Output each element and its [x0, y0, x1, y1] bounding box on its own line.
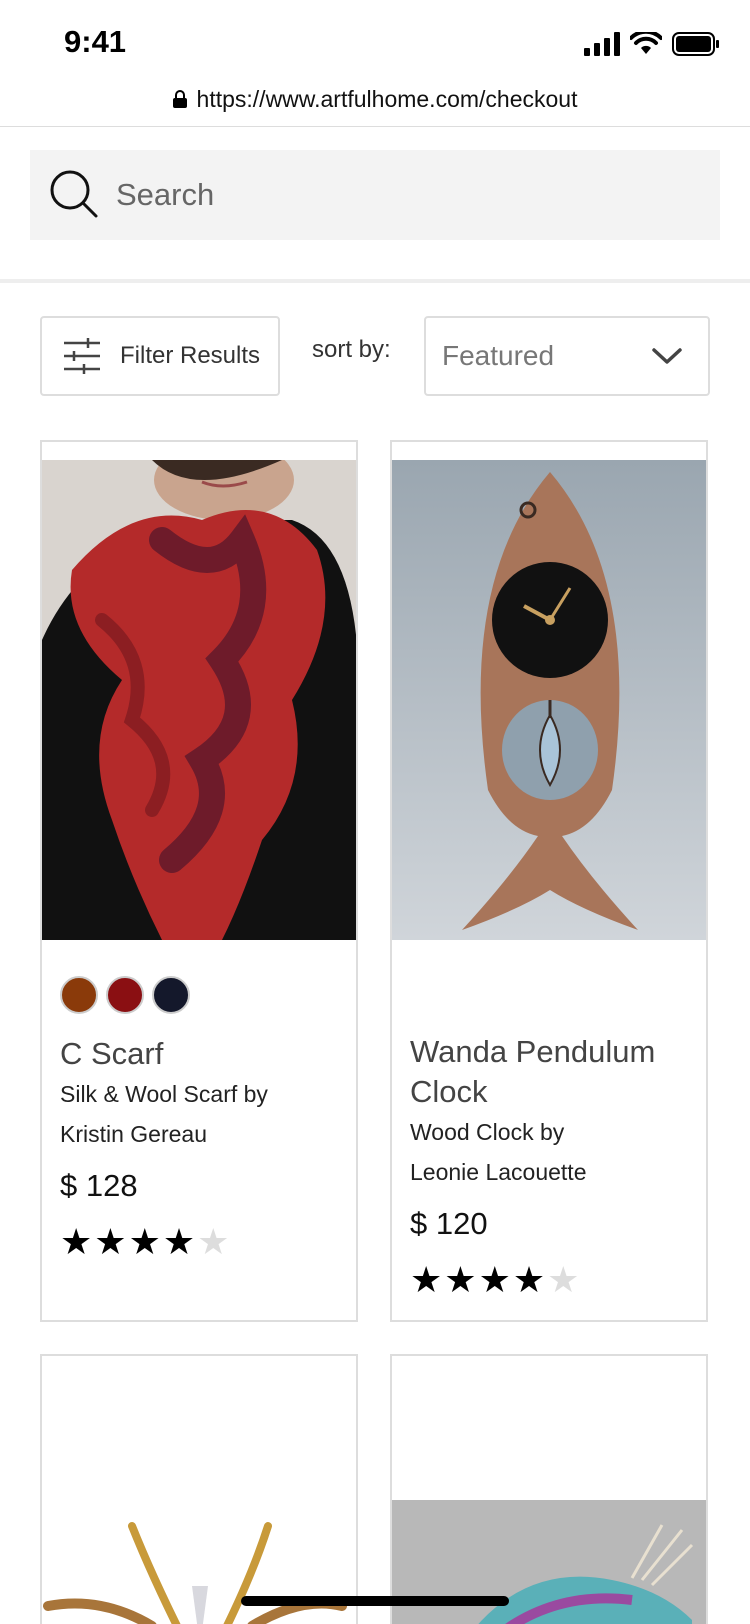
battery-icon — [672, 32, 719, 56]
star-rating: ★ ★ ★ ★ ★ — [60, 1224, 268, 1260]
wifi-icon — [630, 32, 662, 54]
star-rating: ★ ★ ★ ★ ★ — [410, 1262, 655, 1298]
divider — [0, 279, 750, 283]
product-name[interactable]: C Scarf — [60, 1034, 268, 1074]
search-input[interactable] — [116, 177, 676, 213]
product-description: Silk & Wool Scarf by — [60, 1081, 268, 1107]
status-icons — [584, 32, 720, 56]
color-swatches — [60, 976, 190, 1014]
product-artist: Kristin Gereau — [60, 1121, 208, 1147]
color-swatch[interactable] — [106, 976, 144, 1014]
search-bar[interactable] — [30, 150, 720, 240]
star-filled-icon: ★ — [478, 1259, 511, 1300]
product-description: Wood Clock by — [410, 1119, 565, 1145]
sort-by-label: sort by: — [312, 336, 391, 363]
product-image[interactable] — [42, 1356, 356, 1624]
product-image[interactable] — [42, 460, 356, 940]
product-card[interactable] — [40, 1354, 358, 1624]
scarf-photo-icon — [42, 460, 356, 940]
product-card[interactable]: Wanda Pendulum Clock Wood Clock by Leoni… — [390, 440, 708, 1322]
fish-clock-photo-icon — [392, 460, 706, 940]
product-artist: Leonie Lacouette — [410, 1159, 587, 1185]
product-card[interactable]: C Scarf Silk & Wool Scarf by Kristin Ger… — [40, 440, 358, 1322]
star-filled-icon: ★ — [128, 1221, 161, 1262]
star-filled-icon: ★ — [444, 1259, 477, 1300]
star-filled-icon: ★ — [94, 1221, 127, 1262]
product-price: $ 128 — [60, 1168, 138, 1203]
glass-sculpture-photo-icon — [42, 1356, 356, 1624]
url-text: https://www.artfulhome.com/checkout — [196, 85, 578, 112]
lock-icon — [172, 90, 187, 108]
sort-selected-value: Featured — [442, 340, 555, 371]
star-filled-icon: ★ — [512, 1259, 546, 1300]
sliders-icon — [64, 338, 100, 374]
product-card[interactable] — [390, 1354, 708, 1624]
cellular-signal-icon — [584, 32, 620, 56]
product-price: $ 120 — [410, 1206, 488, 1241]
product-name[interactable]: Wanda Pendulum — [410, 1032, 655, 1072]
color-swatch[interactable] — [152, 976, 190, 1014]
chevron-down-icon — [652, 348, 682, 364]
filter-results-label: Filter Results — [120, 342, 261, 369]
star-filled-icon: ★ — [410, 1259, 443, 1300]
star-empty-icon: ★ — [547, 1259, 580, 1300]
product-image[interactable] — [392, 460, 706, 940]
filter-results-button[interactable]: Filter Results — [40, 316, 280, 396]
product-name-continued[interactable]: Clock — [410, 1072, 655, 1112]
status-bar: 9:41 — [0, 0, 750, 80]
star-filled-icon: ★ — [162, 1221, 196, 1262]
sort-select[interactable]: Featured — [424, 316, 710, 396]
address-bar[interactable]: https://www.artfulhome.com/checkout — [0, 76, 750, 122]
status-time: 9:41 — [64, 24, 127, 59]
color-swatch[interactable] — [60, 976, 98, 1014]
divider — [0, 126, 750, 127]
home-indicator[interactable] — [241, 1596, 509, 1606]
star-empty-icon: ★ — [197, 1221, 230, 1262]
search-icon — [50, 170, 98, 218]
star-filled-icon: ★ — [60, 1221, 93, 1262]
